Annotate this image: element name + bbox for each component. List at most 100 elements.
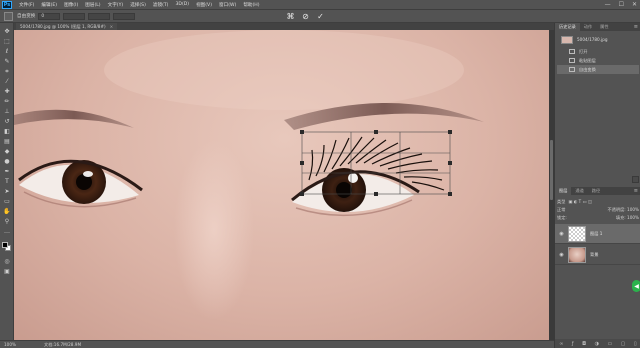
filter-icons[interactable]: ▣ ◐ T ▭ ◫ (568, 199, 591, 204)
quick-select-tool-icon[interactable]: ✎ (3, 59, 11, 65)
layer-name: 图层 1 (590, 230, 603, 236)
menu-type[interactable]: 文字(Y) (108, 2, 124, 8)
healing-tool-icon[interactable]: ✚ (3, 89, 11, 95)
menu-window[interactable]: 窗口(W) (219, 2, 236, 8)
document-title: 5004/1780.jpg @ 100% (图层 1, RGB/8#) (20, 24, 106, 29)
menu-image[interactable]: 图像(I) (64, 2, 78, 8)
layers-menu-icon[interactable]: ≡ (634, 187, 638, 195)
history-snapshot[interactable]: 5004/1780.jpg (557, 35, 639, 44)
lasso-tool-icon[interactable]: ℓ (3, 49, 11, 55)
marquee-tool-icon[interactable]: ⬚ (3, 39, 11, 45)
document-tab[interactable]: 5004/1780.jpg @ 100% (图层 1, RGB/8#) × (16, 23, 118, 30)
dodge-tool-icon[interactable]: ● (3, 159, 11, 165)
history-brush-tool-icon[interactable]: ↺ (3, 119, 11, 125)
mask-icon[interactable]: ◘ (582, 341, 586, 347)
screen-mode-icon[interactable]: ▣ (3, 269, 11, 275)
gradient-tool-icon[interactable]: ▤ (3, 139, 11, 145)
move-tool-icon[interactable]: ✥ (3, 29, 11, 35)
trash-icon[interactable]: ▯ (634, 341, 637, 347)
menu-bar: Ps 文件(F) 编辑(E) 图像(I) 图层(L) 文字(Y) 选择(S) 滤… (0, 0, 640, 9)
crop-tool-icon[interactable]: ⌗ (3, 69, 11, 75)
layer-filter-row: 类型 ▣ ◐ T ▭ ◫ (557, 198, 639, 205)
folder-icon[interactable]: ▭ (607, 341, 612, 347)
tab-paths[interactable]: 路径 (588, 187, 604, 195)
tab-history[interactable]: 历史记录 (555, 23, 580, 31)
type-tool-icon[interactable]: T (3, 179, 11, 185)
fx-icon[interactable]: ƒ (572, 341, 574, 347)
transform-tool-icon[interactable] (4, 11, 13, 21)
foreground-color-swatch[interactable] (2, 242, 8, 248)
cancel-transform-icon[interactable]: ⊘ (301, 12, 310, 21)
blend-mode-select[interactable]: 正常 (557, 207, 565, 213)
link-icon[interactable]: ∞ (559, 341, 563, 347)
close-tab-icon[interactable]: × (110, 24, 114, 29)
menu-3d[interactable]: 3D(D) (175, 2, 189, 7)
right-panels: 历史记录 动作 属性 ≡ 5004/1780.jpg 打开 粘贴图层 自由变换 … (554, 23, 640, 348)
layer-row[interactable]: ◉ 背景 (555, 245, 640, 265)
eraser-tool-icon[interactable]: ◧ (3, 129, 11, 135)
tab-layers[interactable]: 图层 (555, 187, 572, 195)
menu-filter[interactable]: 滤镜(T) (153, 2, 169, 8)
stamp-tool-icon[interactable]: ⊥ (3, 109, 11, 115)
floating-green-button[interactable]: ◀ (632, 280, 640, 292)
angle-field[interactable]: 0 (38, 12, 61, 20)
history-panel-tabs: 历史记录 动作 属性 ≡ (555, 23, 640, 31)
width-field[interactable] (63, 12, 86, 20)
tab-actions[interactable]: 动作 (580, 23, 596, 31)
lock-label: 锁定: (557, 214, 567, 220)
transform-label: 自由变换 (17, 14, 36, 19)
menu-help[interactable]: 帮助(H) (243, 2, 259, 8)
left-eyebrow (14, 109, 134, 128)
history-step-open[interactable]: 打开 (557, 47, 639, 56)
menu-layer[interactable]: 图层(L) (85, 2, 100, 8)
commit-transform-icon[interactable]: ✓ (316, 12, 325, 21)
zoom-level[interactable]: 100% (4, 342, 24, 347)
history-step-label: 粘贴图层 (579, 57, 596, 63)
opacity-field[interactable]: 不透明度: 100% (608, 207, 639, 213)
document-tab-bar: 5004/1780.jpg @ 100% (图层 1, RGB/8#) × (14, 23, 554, 30)
history-step-transform[interactable]: 自由变换 (557, 65, 639, 74)
warp-icon[interactable]: ⌘ (286, 12, 295, 21)
fill-field[interactable]: 填充: 100% (616, 215, 639, 221)
layer-row[interactable]: ◉ 图层 1 (555, 224, 640, 244)
panel-collapse-icon[interactable] (632, 176, 639, 183)
more-tools-icon[interactable]: … (3, 229, 11, 235)
brush-tool-icon[interactable]: ✏ (3, 99, 11, 105)
menu-file[interactable]: 文件(F) (19, 2, 34, 8)
quick-mask-icon[interactable]: ◎ (3, 259, 11, 265)
filter-kind-select[interactable]: 类型 (557, 199, 565, 205)
blur-tool-icon[interactable]: ◆ (3, 149, 11, 155)
transform-icon (569, 67, 575, 72)
height-field[interactable] (88, 12, 111, 20)
menu-edit[interactable]: 编辑(E) (41, 2, 57, 8)
layers-footer: ∞ ƒ ◘ ◑ ▭ ▢ ▯ (555, 339, 640, 348)
adjust-icon[interactable]: ◑ (595, 341, 599, 347)
close-icon[interactable]: ✕ (632, 1, 637, 8)
shape-tool-icon[interactable]: ▭ (3, 199, 11, 205)
path-select-tool-icon[interactable]: ➤ (3, 189, 11, 195)
eye-icon[interactable]: ◉ (558, 252, 565, 258)
new-layer-icon[interactable]: ▢ (621, 341, 626, 347)
document-info: 文档:16.7M/28.9M (44, 341, 82, 347)
skew-field[interactable] (113, 12, 136, 20)
layers-panel-tabs: 图层 通道 路径 ≡ (555, 187, 640, 195)
canvas-area[interactable] (14, 30, 554, 340)
eye-icon[interactable]: ◉ (558, 231, 565, 237)
hand-tool-icon[interactable]: ✋ (3, 209, 11, 215)
history-step-label: 自由变换 (579, 66, 596, 72)
scrollbar-thumb[interactable] (550, 140, 553, 200)
zoom-tool-icon[interactable]: ⚲ (3, 219, 11, 225)
minimize-icon[interactable]: — (605, 1, 611, 8)
pen-tool-icon[interactable]: ✒ (3, 169, 11, 175)
maximize-icon[interactable]: ☐ (619, 1, 624, 8)
snapshot-name: 5004/1780.jpg (577, 37, 608, 42)
layer-thumbnail (568, 225, 586, 242)
options-bar: 自由变换 0 ⌘ ⊘ ✓ (0, 9, 640, 23)
eyedropper-tool-icon[interactable]: ⁄ (3, 79, 11, 85)
tab-properties[interactable]: 属性 (596, 23, 612, 31)
tab-channels[interactable]: 通道 (571, 187, 587, 195)
panel-menu-icon[interactable]: ≡ (634, 23, 638, 31)
history-step-paste[interactable]: 粘贴图层 (557, 56, 639, 65)
menu-view[interactable]: 视图(V) (196, 2, 212, 8)
menu-select[interactable]: 选择(S) (130, 2, 146, 8)
